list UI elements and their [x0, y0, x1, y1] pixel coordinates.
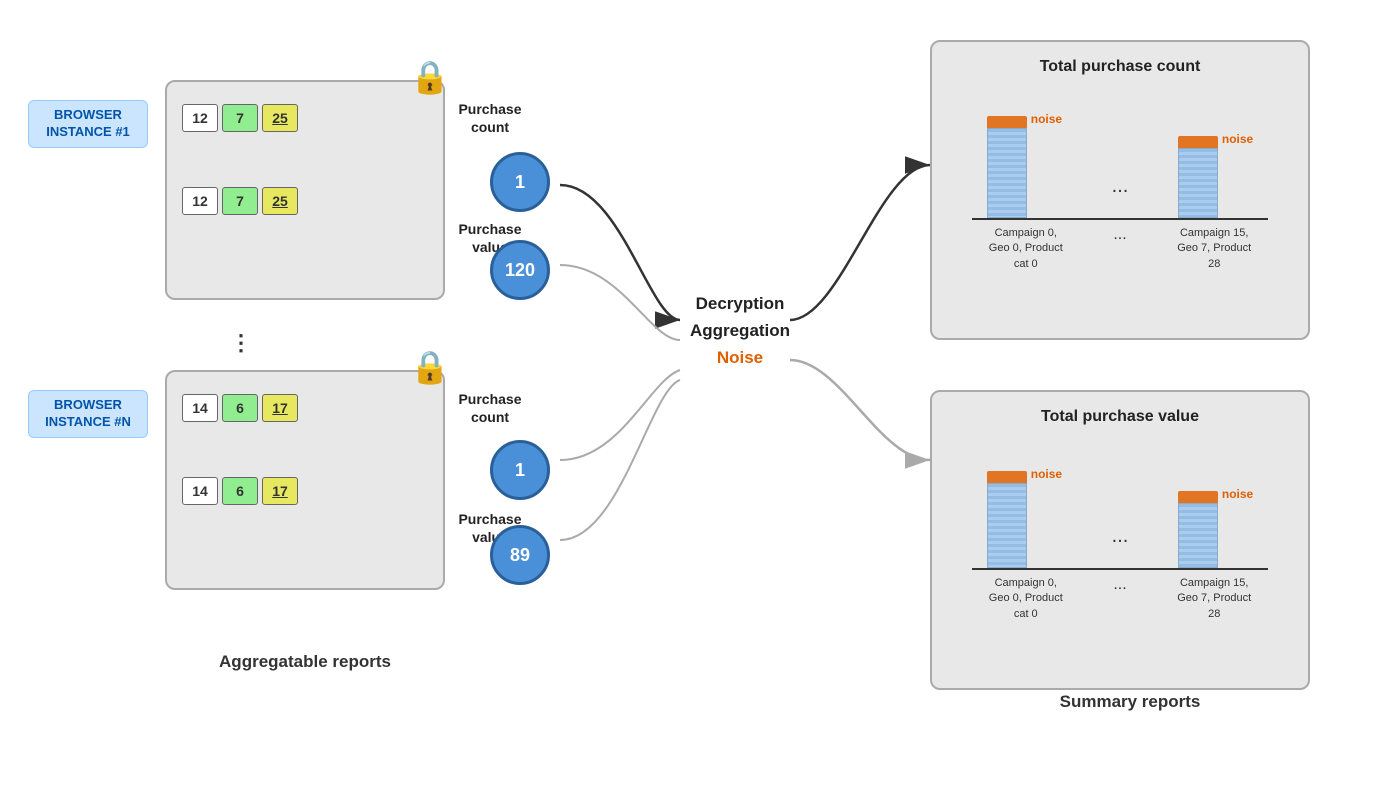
purchase-value-row-n: 14 6 17 — [182, 477, 428, 505]
cell-17-1: 17 — [262, 394, 298, 422]
report-box-n: 14 6 17 14 6 17 — [165, 370, 445, 590]
bar1-main-1 — [987, 128, 1027, 218]
chart-label-dots-2: ... — [1113, 576, 1126, 594]
bar1-noise-1 — [987, 116, 1027, 128]
summary-box-1: Total purchase count noise ... — [930, 40, 1310, 340]
purchase-count-row-1: 12 7 25 — [182, 104, 428, 132]
aggregatable-reports-label: Aggregatable reports — [165, 650, 445, 674]
cell-6-2: 6 — [222, 477, 258, 505]
bar1-noise-2 — [987, 471, 1027, 483]
bar2-noise-2 — [1178, 491, 1218, 503]
purchase-value-row-1: 12 7 25 — [182, 187, 428, 215]
noise-label-bar1-2: noise — [1031, 467, 1062, 481]
aggregation-label: Aggregation — [660, 317, 820, 344]
bar2-main-1 — [1178, 148, 1218, 218]
summary-1-title: Total purchase count — [952, 58, 1288, 76]
cell-25-1: 25 — [262, 104, 298, 132]
cell-14-1: 14 — [182, 394, 218, 422]
browser-instance-1-label: BROWSER INSTANCE #1 — [28, 100, 148, 148]
cell-17-2: 17 — [262, 477, 298, 505]
cell-7-1: 7 — [222, 104, 258, 132]
diagram: BROWSER INSTANCE #1 12 7 25 12 7 25 🔒 Pu… — [0, 0, 1374, 798]
purchase-count-label-n: Purchase count — [450, 390, 530, 426]
bar1-main-2 — [987, 483, 1027, 568]
circle-count-1: 1 — [490, 152, 550, 212]
noise-label-bar2-1: noise — [1222, 132, 1253, 146]
chart-label-dots-1: ... — [1113, 226, 1126, 244]
decryption-label: Decryption — [660, 290, 820, 317]
circle-value-n: 89 — [490, 525, 550, 585]
purchase-count-row-n: 14 6 17 — [182, 394, 428, 422]
browser-instance-n-label: BROWSER INSTANCE #N — [28, 390, 148, 438]
middle-process-label: Decryption Aggregation Noise — [660, 290, 820, 372]
noise-label-bar1-1: noise — [1031, 112, 1062, 126]
cell-12-1: 12 — [182, 104, 218, 132]
circle-count-n: 1 — [490, 440, 550, 500]
summary-box-2: Total purchase value noise ... — [930, 390, 1310, 690]
noise-label-bar2-2: noise — [1222, 487, 1253, 501]
chart-label-2-2: Campaign 15, Geo 7, Product 28 — [1174, 576, 1254, 622]
cell-7-2: 7 — [222, 187, 258, 215]
cell-6-1: 6 — [222, 394, 258, 422]
dots-between-instances: ⋮ — [230, 330, 252, 356]
chart-label-1-1: Campaign 0, Geo 0, Product cat 0 — [986, 226, 1066, 272]
summary-2-title: Total purchase value — [952, 408, 1288, 426]
cell-25-2: 25 — [262, 187, 298, 215]
summary-reports-label: Summary reports — [990, 690, 1270, 714]
lock-icon-n: 🔒 — [410, 348, 450, 386]
chart-label-1-2: Campaign 0, Geo 0, Product cat 0 — [986, 576, 1066, 622]
lock-icon-1: 🔒 — [410, 58, 450, 96]
purchase-count-label-1: Purchase count — [450, 100, 530, 136]
bar2-noise-1 — [1178, 136, 1218, 148]
noise-label-middle: Noise — [660, 344, 820, 371]
chart-dots-1: ... — [1112, 175, 1129, 198]
report-box-1: 12 7 25 12 7 25 — [165, 80, 445, 300]
circle-value-1: 120 — [490, 240, 550, 300]
cell-12-2: 12 — [182, 187, 218, 215]
chart-dots-2: ... — [1112, 525, 1129, 548]
chart-label-2-1: Campaign 15, Geo 7, Product 28 — [1174, 226, 1254, 272]
bar2-main-2 — [1178, 503, 1218, 568]
cell-14-2: 14 — [182, 477, 218, 505]
